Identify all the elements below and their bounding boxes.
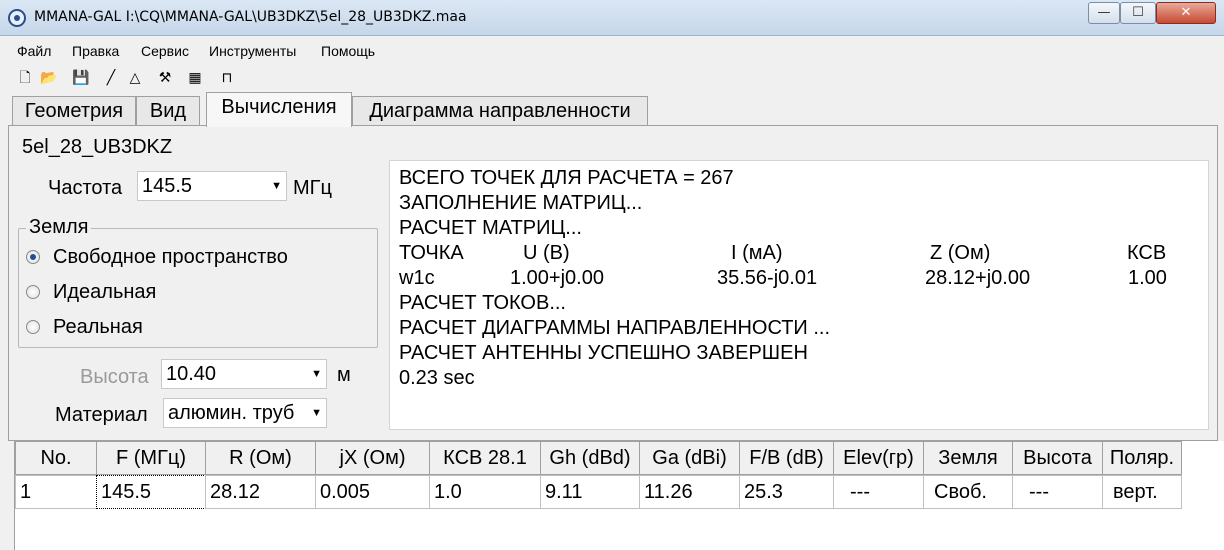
minimize-button[interactable]: — xyxy=(1088,2,1120,24)
frequency-value: 145.5 xyxy=(142,175,193,197)
table-cell[interactable]: Своб. xyxy=(923,475,1013,509)
col-header-ga[interactable]: Ga (dBi) xyxy=(639,441,740,475)
radio-ideal[interactable] xyxy=(26,285,40,299)
radio-real[interactable] xyxy=(26,320,40,334)
col-header-elev[interactable]: Elev(гр) xyxy=(833,441,924,475)
log-val-current: 35.56-j0.01 xyxy=(717,267,818,289)
radio-real-label[interactable]: Реальная xyxy=(53,316,143,339)
table-cell[interactable]: 0.005 xyxy=(315,475,430,509)
table-cell[interactable]: 25.3 xyxy=(739,475,834,509)
col-header-ground[interactable]: Земля xyxy=(923,441,1013,475)
results-grid[interactable]: No. F (МГц) R (Ом) jX (Ом) КСВ 28.1 Gh (… xyxy=(14,441,1224,550)
col-header-height[interactable]: Высота xyxy=(1012,441,1103,475)
frequency-combo[interactable]: 145.5 ▼ xyxy=(137,171,287,201)
height-unit: м xyxy=(337,364,351,386)
tab-geometry[interactable]: Геометрия xyxy=(12,96,136,126)
antenna-name: 5el_28_UB3DKZ xyxy=(22,136,173,158)
height-value: 10.40 xyxy=(166,363,217,385)
table-cell[interactable]: верт. xyxy=(1102,475,1182,509)
height-label: Высота xyxy=(80,366,149,388)
tab-calculations[interactable]: Вычисления xyxy=(206,92,352,127)
calculation-log[interactable]: ВСЕГО ТОЧЕК ДЛЯ РАСЧЕТА = 267 ЗАПОЛНЕНИЕ… xyxy=(389,160,1209,430)
table-cell[interactable]: --- xyxy=(1012,475,1103,509)
log-col-point: ТОЧКА xyxy=(399,242,464,264)
table-cell[interactable]: 28.12 xyxy=(205,475,316,509)
log-col-swr: КСВ xyxy=(1127,242,1167,264)
table-cell[interactable]: 11.26 xyxy=(639,475,740,509)
menu-edit[interactable]: Правка xyxy=(72,43,119,59)
tools-icon[interactable]: ⚒ xyxy=(156,69,174,87)
radio-free-space[interactable] xyxy=(26,250,40,264)
log-line: РАСЧЕТ ДИАГРАММЫ НАПРАВЛЕННОСТИ ... xyxy=(399,317,831,339)
table-cell[interactable]: 1 xyxy=(15,475,97,509)
toolbar: 🗋 📂 💾 ╱ △ ⚒ ▦ ⊓ xyxy=(0,66,1224,90)
ground-legend: Земля xyxy=(26,216,92,239)
col-header-r[interactable]: R (Ом) xyxy=(205,441,316,475)
log-col-voltage: U (В) xyxy=(523,242,570,264)
table-cell[interactable]: 145.5 xyxy=(96,475,206,509)
triangle-icon[interactable]: △ xyxy=(126,69,144,87)
chevron-down-icon[interactable]: ▼ xyxy=(311,360,322,388)
log-line: ВСЕГО ТОЧЕК ДЛЯ РАСЧЕТА = 267 xyxy=(399,167,734,189)
material-combo[interactable]: алюмин. труб ▼ xyxy=(163,398,327,428)
table-cell[interactable]: 1.0 xyxy=(429,475,541,509)
log-col-impedance: Z (Ом) xyxy=(930,242,991,264)
tab-pattern[interactable]: Диаграмма направленности xyxy=(352,96,648,126)
menu-file[interactable]: Файл xyxy=(17,43,51,59)
radio-free-space-label[interactable]: Свободное пространство xyxy=(53,246,288,269)
material-value: алюмин. труб xyxy=(168,402,295,424)
chevron-down-icon[interactable]: ▼ xyxy=(271,172,282,200)
log-val-voltage: 1.00+j0.00 xyxy=(510,267,604,289)
menu-bar: Файл Правка Сервис Инструменты Помощь xyxy=(0,38,1224,64)
title-bar: MMANA-GAL I:\CQ\MMANA-GAL\UB3DKZ\5el_28_… xyxy=(0,0,1224,36)
table-cell[interactable]: --- xyxy=(833,475,924,509)
frequency-label: Частота xyxy=(48,177,123,199)
col-header-polar[interactable]: Поляр. xyxy=(1102,441,1182,475)
antenna-icon[interactable]: ⊓ xyxy=(218,69,236,87)
maximize-button[interactable]: ☐ xyxy=(1120,2,1156,24)
height-combo[interactable]: 10.40 ▼ xyxy=(161,359,327,389)
tab-view[interactable]: Вид xyxy=(136,96,200,126)
calculator-icon[interactable]: ▦ xyxy=(186,69,204,87)
radio-ideal-label[interactable]: Идеальная xyxy=(53,281,156,304)
log-line: РАСЧЕТ АНТЕННЫ УСПЕШНО ЗАВЕРШЕН xyxy=(399,342,808,364)
col-header-fb[interactable]: F/B (dB) xyxy=(739,441,834,475)
frequency-unit: МГц xyxy=(293,177,332,199)
log-line: РАСЧЕТ МАТРИЦ... xyxy=(399,217,582,239)
line-icon[interactable]: ╱ xyxy=(102,69,120,87)
col-header-freq[interactable]: F (МГц) xyxy=(96,441,206,475)
table-cell[interactable]: 9.11 xyxy=(540,475,640,509)
col-header-jx[interactable]: jX (Ом) xyxy=(315,441,430,475)
col-header-gh[interactable]: Gh (dBd) xyxy=(540,441,640,475)
log-line: 0.23 sec xyxy=(399,367,475,389)
log-val-swr: 1.00 xyxy=(1128,267,1167,289)
menu-tools[interactable]: Инструменты xyxy=(209,43,296,59)
log-val-point: w1c xyxy=(399,267,435,289)
open-folder-icon[interactable]: 📂 xyxy=(40,69,58,87)
col-header-no[interactable]: No. xyxy=(15,441,97,475)
log-val-impedance: 28.12+j0.00 xyxy=(925,267,1031,289)
close-button[interactable]: ✕ xyxy=(1156,2,1216,24)
log-line: ЗАПОЛНЕНИЕ МАТРИЦ... xyxy=(399,192,643,214)
menu-service[interactable]: Сервис xyxy=(141,43,189,59)
col-header-swr[interactable]: КСВ 28.1 xyxy=(429,441,541,475)
app-icon xyxy=(8,9,26,27)
menu-help[interactable]: Помощь xyxy=(321,43,375,59)
tab-strip: Геометрия Вид Вычисления Диаграмма напра… xyxy=(0,92,1224,127)
log-col-current: I (мА) xyxy=(731,242,783,264)
chevron-down-icon[interactable]: ▼ xyxy=(311,399,322,427)
log-line: РАСЧЕТ ТОКОВ... xyxy=(399,292,566,314)
new-file-icon[interactable]: 🗋 xyxy=(16,69,34,87)
material-label: Материал xyxy=(55,404,148,426)
window-title: MMANA-GAL I:\CQ\MMANA-GAL\UB3DKZ\5el_28_… xyxy=(34,9,467,25)
save-icon[interactable]: 💾 xyxy=(72,69,90,87)
